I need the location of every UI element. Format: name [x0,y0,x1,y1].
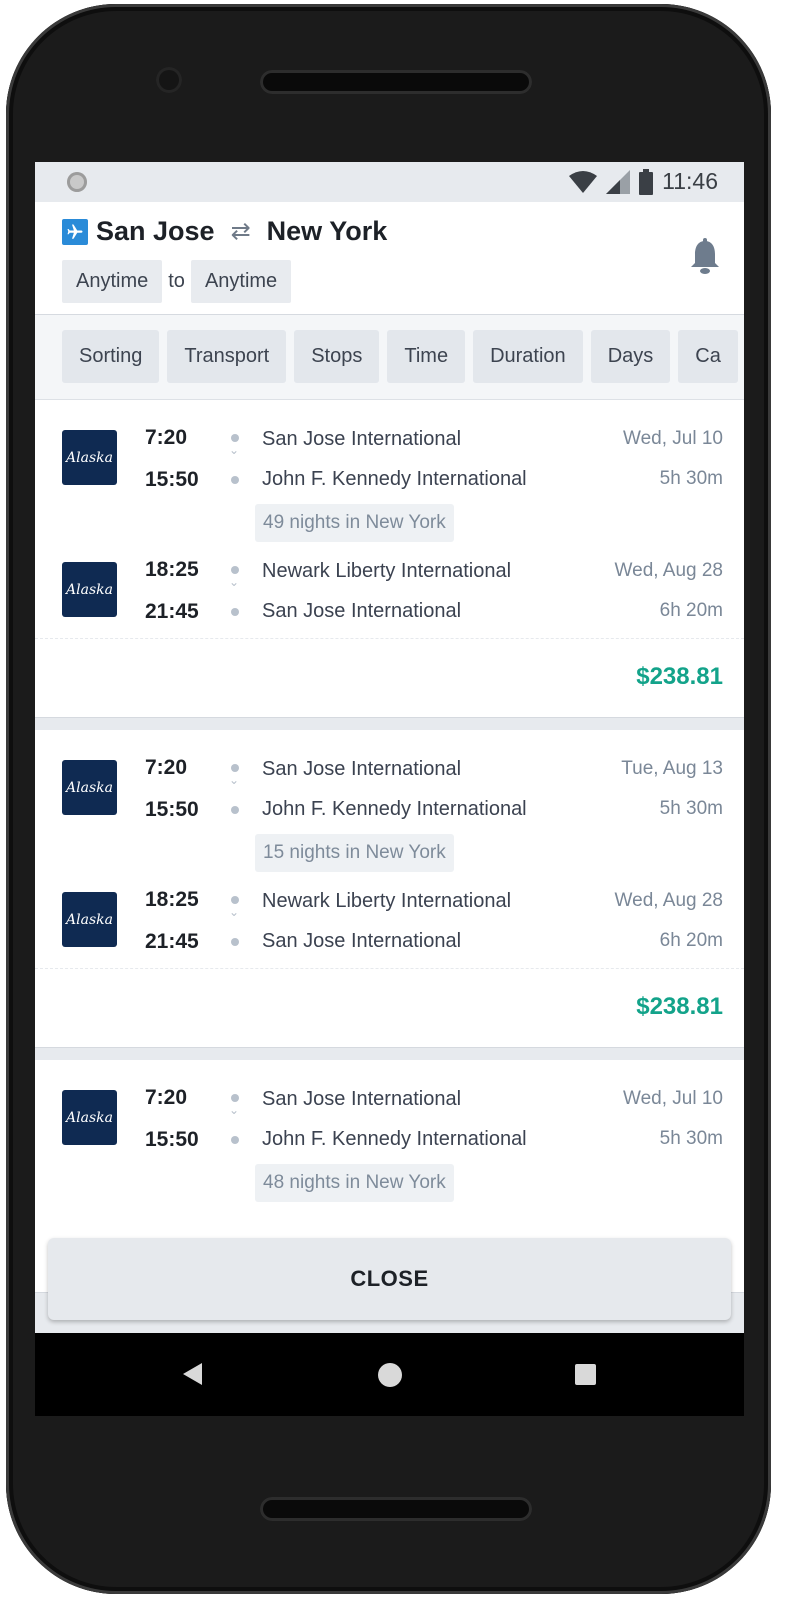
earpiece-speaker [260,70,532,94]
plane-icon [62,218,88,245]
price: $238.81 [636,993,723,1020]
status-bar: 11:46 [35,162,744,202]
arrival-airport: San Jose International [262,930,462,952]
arrival-airport: San Jose International [262,600,462,622]
notification-icon [67,172,87,192]
close-button[interactable]: CLOSE [48,1238,731,1320]
airline-logo: Alaska [62,430,117,485]
flight-date: Wed, Jul 10 [623,1088,723,1109]
price-row: $238.81 [35,968,744,1047]
stay-badge: 48 nights in New York [255,1164,454,1202]
date-from-chip[interactable]: Anytime [62,260,163,303]
chevron-down-icon: ⌄ [229,773,240,787]
results-list: Alaska 7:20 15:50 ⌄ San Jose Internation… [35,400,744,1305]
departure-airport: Newark Liberty International [262,560,512,582]
price: $238.81 [636,663,723,690]
filter-sorting[interactable]: Sorting [62,330,160,383]
arrival-time: 15:50 [145,1128,199,1151]
swap-arrows-icon[interactable]: ⇄ [231,217,251,246]
flight-date: Wed, Aug 28 [614,560,723,581]
flight-duration: 6h 20m [659,930,723,951]
result-card[interactable]: Alaska 7:20 15:50 ⌄ San Jose Internation… [35,730,744,1048]
back-icon[interactable] [183,1363,202,1385]
flight-date: Wed, Aug 28 [614,890,723,911]
route-dot [231,566,239,574]
route-dot [231,1136,239,1144]
route-dot [231,764,239,772]
departure-airport: Newark Liberty International [262,890,512,912]
filter-stops[interactable]: Stops [294,330,380,383]
android-nav-bar [35,1333,744,1416]
flight-duration: 6h 20m [659,600,723,621]
outbound-leg: Alaska 7:20 15:50 ⌄ San Jose Internation… [35,750,744,822]
signal-icon [606,169,631,194]
filter-time[interactable]: Time [387,330,466,383]
departure-time: 7:20 [145,1086,188,1109]
flight-date: Wed, Jul 10 [623,428,723,449]
route-dot [231,476,239,484]
arrival-time: 21:45 [145,600,199,623]
origin-city: San Jose [96,216,215,246]
inbound-leg: Alaska 18:25 21:45 ⌄ Newark Liberty Inte… [35,882,744,954]
arrival-airport: John F. Kennedy International [262,1128,527,1150]
inbound-leg: Alaska 18:25 21:45 ⌄ Newark Liberty Inte… [35,552,744,624]
chevron-down-icon: ⌄ [229,1103,240,1117]
filter-duration[interactable]: Duration [473,330,583,383]
route-dot [231,938,239,946]
flight-duration: 5h 30m [659,1128,723,1149]
bell-icon[interactable] [688,238,722,281]
arrival-airport: John F. Kennedy International [262,798,527,820]
flight-date: Tue, Aug 13 [621,758,723,779]
route-dot [231,806,239,814]
front-camera [156,67,182,93]
date-range: Anytime to Anytime [62,260,292,303]
departure-airport: San Jose International [262,758,462,780]
arrival-time: 15:50 [145,798,199,821]
home-icon[interactable] [378,1363,402,1387]
recent-apps-icon[interactable] [575,1364,596,1385]
to-label: to [168,270,185,292]
stay-badge: 49 nights in New York [255,504,454,542]
departure-airport: San Jose International [262,1088,462,1110]
departure-time: 7:20 [145,756,188,779]
chevron-down-icon: ⌄ [229,575,240,589]
airline-logo: Alaska [62,1090,117,1145]
route-dot [231,608,239,616]
flight-duration: 5h 30m [659,468,723,489]
battery-icon [639,168,654,195]
filter-bar: Sorting Transport Stops Time Duration Da… [35,315,744,400]
route[interactable]: San Jose ⇄ New York [62,216,387,247]
flight-duration: 5h 30m [659,798,723,819]
departure-time: 18:25 [145,888,199,911]
wifi-icon [569,170,598,193]
price-row: $238.81 [35,638,744,717]
airline-logo: Alaska [62,760,117,815]
filter-days[interactable]: Days [590,330,671,383]
route-dot [231,896,239,904]
filter-transport[interactable]: Transport [167,330,287,383]
chevron-down-icon: ⌄ [229,905,240,919]
arrival-time: 21:45 [145,930,199,953]
result-card[interactable]: Alaska 7:20 15:50 ⌄ San Jose Internation… [35,400,744,718]
arrival-time: 15:50 [145,468,199,491]
date-to-chip[interactable]: Anytime [190,260,292,303]
filter-carriers[interactable]: Ca [678,330,738,383]
chevron-down-icon: ⌄ [229,443,240,457]
search-header: San Jose ⇄ New York Anytime to Anytime [35,202,744,354]
airline-logo: Alaska [62,562,117,617]
screen: 11:46 San Jose ⇄ New York Anytime to Any… [35,162,744,1416]
departure-airport: San Jose International [262,428,462,450]
departure-time: 7:20 [145,426,188,449]
departure-time: 18:25 [145,558,199,581]
stay-badge: 15 nights in New York [255,834,454,872]
outbound-leg: Alaska 7:20 15:50 ⌄ San Jose Internation… [35,420,744,492]
destination-city: New York [266,216,388,246]
route-dot [231,1094,239,1102]
route-dot [231,434,239,442]
arrival-airport: John F. Kennedy International [262,468,527,490]
bottom-speaker [260,1497,532,1521]
status-time: 11:46 [662,168,718,194]
outbound-leg: Alaska 7:20 15:50 ⌄ San Jose Internation… [35,1080,744,1152]
airline-logo: Alaska [62,892,117,947]
